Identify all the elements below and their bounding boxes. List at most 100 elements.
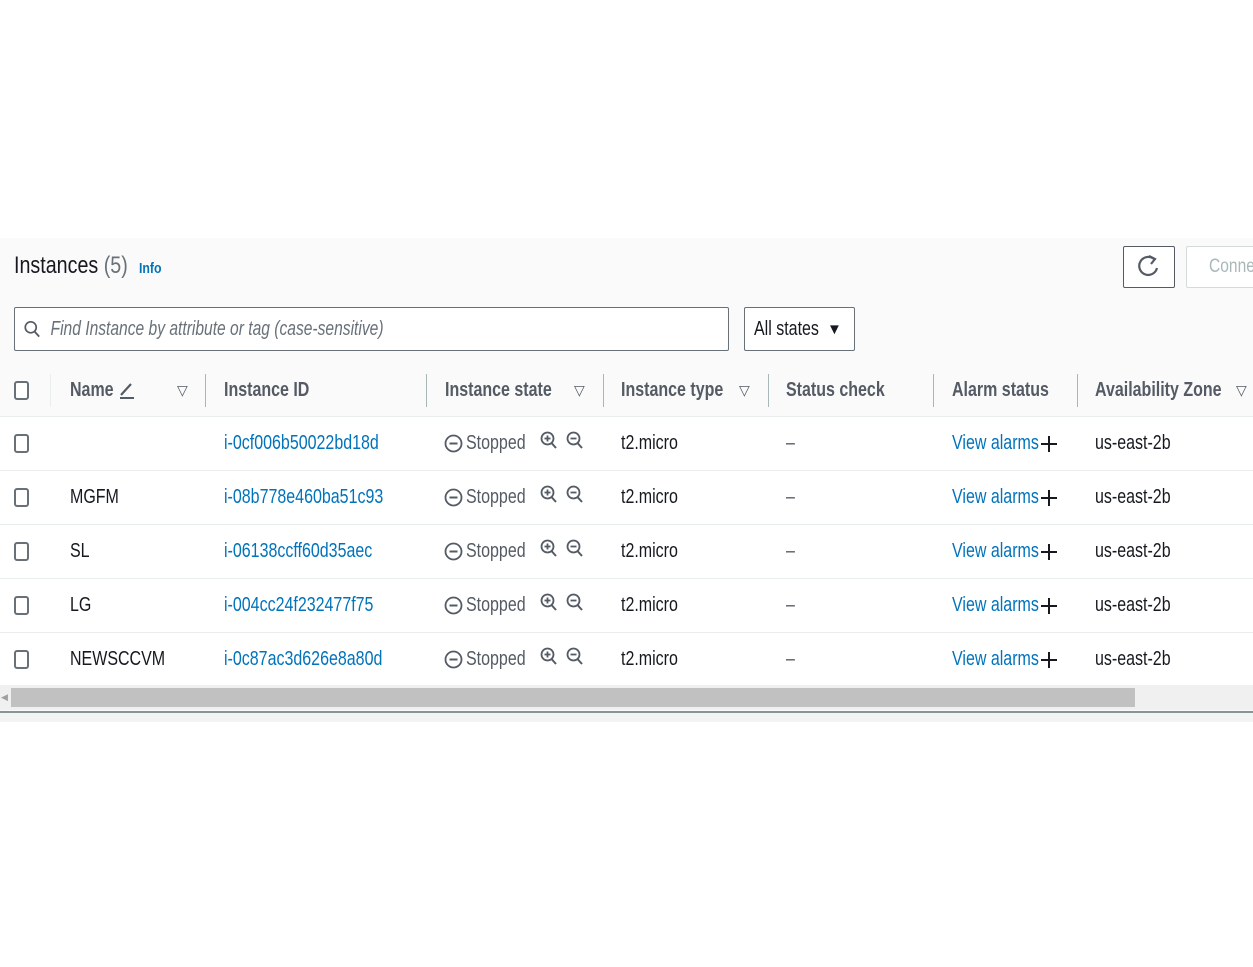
table-row[interactable]: MGFM i-08b778e460ba51c93 Stopped t2.micr… [0, 471, 1253, 525]
view-alarms-link[interactable]: View alarms [952, 594, 1039, 617]
alarm-status-cell: View alarms [952, 417, 1058, 470]
row-checkbox[interactable] [14, 434, 29, 453]
row-checkbox[interactable] [14, 488, 29, 507]
instance-type: t2.micro [621, 648, 678, 670]
instance-type-cell: t2.micro [621, 633, 692, 686]
alarm-status-cell: View alarms [952, 471, 1058, 524]
caret-down-icon: ▼ [827, 320, 842, 338]
plus-icon[interactable] [1040, 543, 1058, 561]
scrollbar-thumb[interactable] [11, 688, 1135, 707]
view-alarms-link[interactable]: View alarms [952, 432, 1039, 455]
row-checkbox[interactable] [14, 542, 29, 561]
sort-type-button[interactable]: ▽ [739, 364, 750, 416]
instance-id-cell: i-004cc24f232477f75 [224, 579, 411, 632]
page-title: Instances (5) [14, 252, 128, 280]
plus-icon[interactable] [1040, 489, 1058, 507]
search-field[interactable] [14, 307, 729, 351]
instance-name: NEWSCCVM [70, 648, 166, 670]
plus-icon[interactable] [1040, 435, 1058, 453]
instance-state-label: Stopped [466, 432, 526, 454]
table-row[interactable]: i-0cf006b50022bd18d Stopped t2.micro – V… [0, 417, 1253, 471]
name-cell: LG [70, 579, 97, 632]
availability-zone: us-east-2b [1095, 594, 1171, 616]
availability-zone: us-east-2b [1095, 486, 1171, 508]
instance-state-label: Stopped [466, 594, 526, 616]
instance-state-cell: Stopped [444, 471, 584, 524]
column-header-instance-state[interactable]: Instance state [445, 364, 578, 416]
status-check-cell: – [786, 633, 797, 686]
zoom-out-icon[interactable] [566, 485, 584, 505]
select-all-checkbox[interactable] [14, 380, 29, 400]
table-header: Name ▽ Instance ID Instance state ▽ Inst… [0, 364, 1253, 417]
instance-id-link[interactable]: i-0c87ac3d626e8a80d [224, 648, 382, 671]
column-divider[interactable] [933, 374, 934, 407]
status-check-value: – [786, 486, 795, 508]
plus-icon[interactable] [1040, 597, 1058, 615]
name-cell: MGFM [70, 471, 131, 524]
connect-button[interactable]: Conne [1186, 246, 1253, 288]
view-alarms-link[interactable]: View alarms [952, 486, 1039, 509]
zoom-out-icon[interactable] [566, 593, 584, 613]
column-header-name[interactable]: Name [70, 364, 136, 416]
column-divider[interactable] [603, 374, 604, 407]
zoom-in-icon[interactable] [540, 431, 558, 451]
column-header-status-check[interactable]: Status check [786, 364, 909, 416]
zoom-out-icon[interactable] [566, 431, 584, 451]
plus-icon[interactable] [1040, 651, 1058, 669]
instance-state-select[interactable]: All states ▼ [744, 307, 855, 351]
sort-az-button[interactable]: ▽ [1236, 364, 1247, 416]
sort-state-button[interactable]: ▽ [574, 364, 585, 416]
scroll-left-icon[interactable]: ◀ [1, 692, 8, 703]
table-row[interactable]: NEWSCCVM i-0c87ac3d626e8a80d Stopped t2.… [0, 633, 1253, 687]
instance-id-link[interactable]: i-0cf006b50022bd18d [224, 432, 379, 455]
column-header-availability-zone[interactable]: Availability Zone [1095, 364, 1253, 416]
column-header-instance-type[interactable]: Instance type [621, 364, 749, 416]
table-row[interactable]: SL i-06138ccff60d35aec Stopped t2.micro … [0, 525, 1253, 579]
sort-name-button[interactable]: ▽ [177, 364, 188, 416]
status-check-cell: – [786, 471, 797, 524]
column-label: Status check [786, 378, 885, 401]
instance-state-cell: Stopped [444, 525, 584, 578]
alarm-status-cell: View alarms [952, 525, 1058, 578]
instances-table: Name ▽ Instance ID Instance state ▽ Inst… [0, 364, 1253, 687]
zoom-in-icon[interactable] [540, 539, 558, 559]
row-checkbox[interactable] [14, 650, 29, 669]
column-header-alarm-status[interactable]: Alarm status [952, 364, 1073, 416]
horizontal-scrollbar[interactable]: ◀ [0, 685, 1253, 710]
view-alarms-link[interactable]: View alarms [952, 648, 1039, 671]
instance-type: t2.micro [621, 594, 678, 616]
sort-icon: ▽ [574, 381, 585, 398]
row-select-cell [14, 471, 29, 524]
zoom-in-icon[interactable] [540, 485, 558, 505]
zoom-out-icon[interactable] [566, 647, 584, 667]
instance-id-link[interactable]: i-06138ccff60d35aec [224, 540, 372, 563]
table-body: i-0cf006b50022bd18d Stopped t2.micro – V… [0, 417, 1253, 687]
instance-id-cell: i-08b778e460ba51c93 [224, 471, 423, 524]
availability-zone-cell: us-east-2b [1095, 579, 1190, 632]
panel-header: Instances (5) [14, 252, 153, 284]
column-divider[interactable] [768, 374, 769, 407]
status-check-cell: – [786, 525, 797, 578]
availability-zone-cell: us-east-2b [1095, 471, 1190, 524]
refresh-button[interactable] [1123, 246, 1175, 288]
info-link[interactable]: Info [139, 260, 162, 277]
name-cell: SL [70, 525, 94, 578]
sort-icon: ▽ [177, 381, 188, 398]
status-check-cell: – [786, 417, 797, 470]
search-input[interactable] [48, 316, 579, 342]
zoom-in-icon[interactable] [540, 593, 558, 613]
column-divider[interactable] [1077, 374, 1078, 407]
table-row[interactable]: LG i-004cc24f232477f75 Stopped t2.micro … [0, 579, 1253, 633]
column-divider[interactable] [426, 374, 427, 407]
instance-type-cell: t2.micro [621, 525, 692, 578]
zoom-in-icon[interactable] [540, 647, 558, 667]
instance-id-link[interactable]: i-08b778e460ba51c93 [224, 486, 383, 509]
availability-zone: us-east-2b [1095, 648, 1171, 670]
view-alarms-link[interactable]: View alarms [952, 540, 1039, 563]
zoom-out-icon[interactable] [566, 539, 584, 559]
column-divider[interactable] [205, 374, 206, 407]
instance-id-link[interactable]: i-004cc24f232477f75 [224, 594, 373, 617]
instance-type: t2.micro [621, 432, 678, 454]
column-header-instance-id[interactable]: Instance ID [224, 364, 331, 416]
row-checkbox[interactable] [14, 596, 29, 615]
